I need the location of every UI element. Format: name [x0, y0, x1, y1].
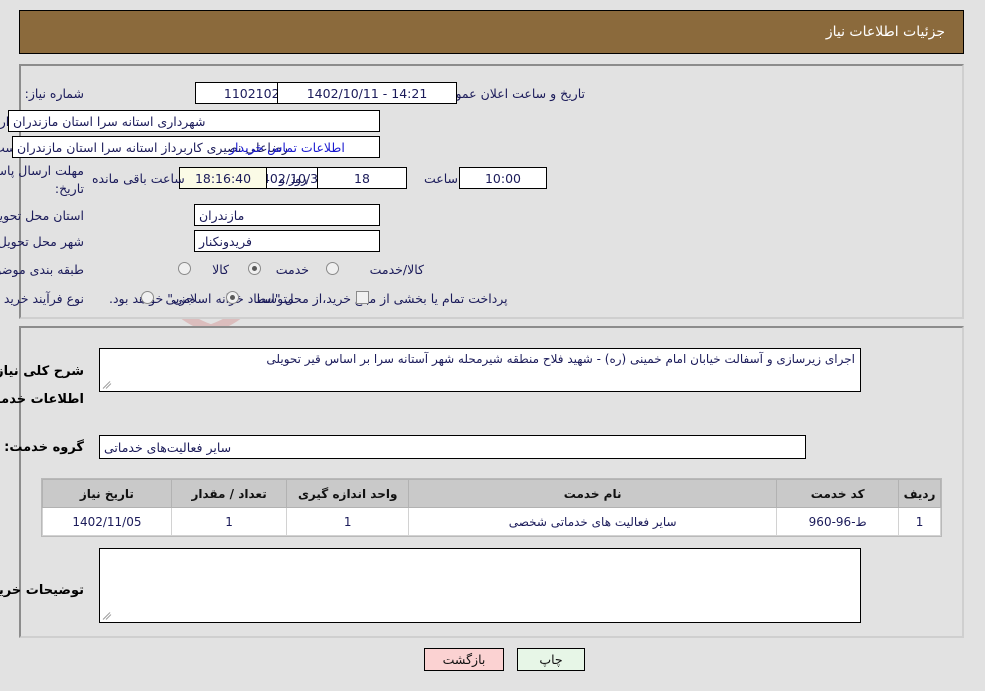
- islamic-treasury-label: پرداخت تمام یا بخشی از مبلغ خرید،از محل …: [110, 291, 509, 306]
- radio-process-minor[interactable]: [142, 291, 155, 304]
- page-title: جزئیات اطلاعات نیاز: [826, 24, 946, 40]
- delivery-province-label: استان محل تحویل:: [0, 208, 85, 223]
- days-label: روز و: [280, 171, 309, 186]
- buyer-contact-link[interactable]: اطلاعات تماس خریدار: [230, 140, 346, 155]
- cell-row-no: 1: [899, 507, 942, 536]
- services-section-heading: اطلاعات خدمات مورد نیاز: [0, 392, 85, 407]
- buyer-notes-label: توضیحات خریدار:: [0, 583, 85, 598]
- need-description-text: اجرای زیرسازی و آسفالت خیابان امام خمینی…: [267, 352, 856, 366]
- buyer-org-value: شهرداری استانه سرا استان مازندران: [9, 110, 381, 132]
- countdown-value: 18:16:40: [180, 167, 268, 189]
- cell-service-code: ط-96-960: [777, 507, 901, 536]
- cell-quantity: 1: [171, 507, 289, 536]
- need-number-label: شماره نیاز:: [25, 86, 85, 101]
- category-option-label-2: کالا/خدمت: [370, 262, 425, 277]
- radio-process-medium[interactable]: [227, 291, 240, 304]
- print-button[interactable]: چاپ: [518, 648, 586, 671]
- table-row: 1 ط-96-960 سایر فعالیت های خدماتی شخصی 1…: [43, 507, 942, 536]
- service-group-value: سایر فعالیت‌های خدماتی: [100, 435, 807, 459]
- need-summary-panel: [20, 64, 965, 319]
- cell-unit: 1: [287, 507, 410, 536]
- hour-label: ساعت: [425, 171, 460, 186]
- page-root: AriaTender.net جزئیات اطلاعات نیاز شماره…: [0, 0, 985, 691]
- services-table: ردیف کد خدمت نام خدمت واحد اندازه گیری ت…: [42, 478, 943, 537]
- countdown-label: ساعت باقی مانده: [93, 171, 186, 186]
- delivery-city-label: شهر محل تحویل:: [0, 234, 85, 249]
- radio-category-goods[interactable]: [179, 262, 192, 275]
- column-header-service-name: نام خدمت: [408, 479, 779, 508]
- need-description-value[interactable]: اجرای زیرسازی و آسفالت خیابان امام خمینی…: [100, 348, 862, 392]
- deadline-label-line1: مهلت ارسال پاسخ: تا: [0, 163, 85, 178]
- buyer-notes-value[interactable]: [100, 548, 862, 623]
- category-option-label-1: خدمت: [276, 262, 310, 277]
- category-label: طبقه بندی موضوعی:: [0, 262, 85, 277]
- table-header-row: ردیف کد خدمت نام خدمت واحد اندازه گیری ت…: [43, 479, 942, 508]
- radio-category-goods-service[interactable]: [327, 262, 340, 275]
- process-label: نوع فرآیند خرید :: [0, 291, 85, 306]
- need-description-label: شرح کلی نیاز:: [0, 364, 85, 379]
- days-value: 18: [318, 167, 408, 189]
- checkbox-islamic-treasury[interactable]: [357, 291, 370, 304]
- cell-need-date: 1402/11/05: [43, 507, 173, 536]
- public-announce-value: 14:21 - 1402/10/11: [278, 82, 458, 104]
- column-header-quantity: تعداد / مقدار: [171, 479, 289, 508]
- delivery-city-value: فریدونکنار: [195, 230, 381, 252]
- column-header-row-no: ردیف: [899, 479, 942, 508]
- hour-value: 10:00: [460, 167, 548, 189]
- resize-grip-icon-notes[interactable]: [103, 609, 115, 621]
- back-button[interactable]: بازگشت: [425, 648, 505, 671]
- page-title-bar: جزئیات اطلاعات نیاز: [20, 10, 965, 54]
- column-header-need-date: تاریخ نیاز: [43, 479, 173, 508]
- delivery-province-value: مازندران: [195, 204, 381, 226]
- radio-category-service[interactable]: [249, 262, 262, 275]
- service-group-label: گروه خدمت:: [5, 440, 85, 455]
- category-option-label-0: کالا: [213, 262, 230, 277]
- column-header-service-code: کد خدمت: [777, 479, 901, 508]
- deadline-label-line2: تاریخ:: [55, 181, 85, 196]
- column-header-unit: واحد اندازه گیری: [287, 479, 410, 508]
- resize-grip-icon[interactable]: [103, 378, 115, 390]
- cell-service-name: سایر فعالیت های خدماتی شخصی: [408, 507, 779, 536]
